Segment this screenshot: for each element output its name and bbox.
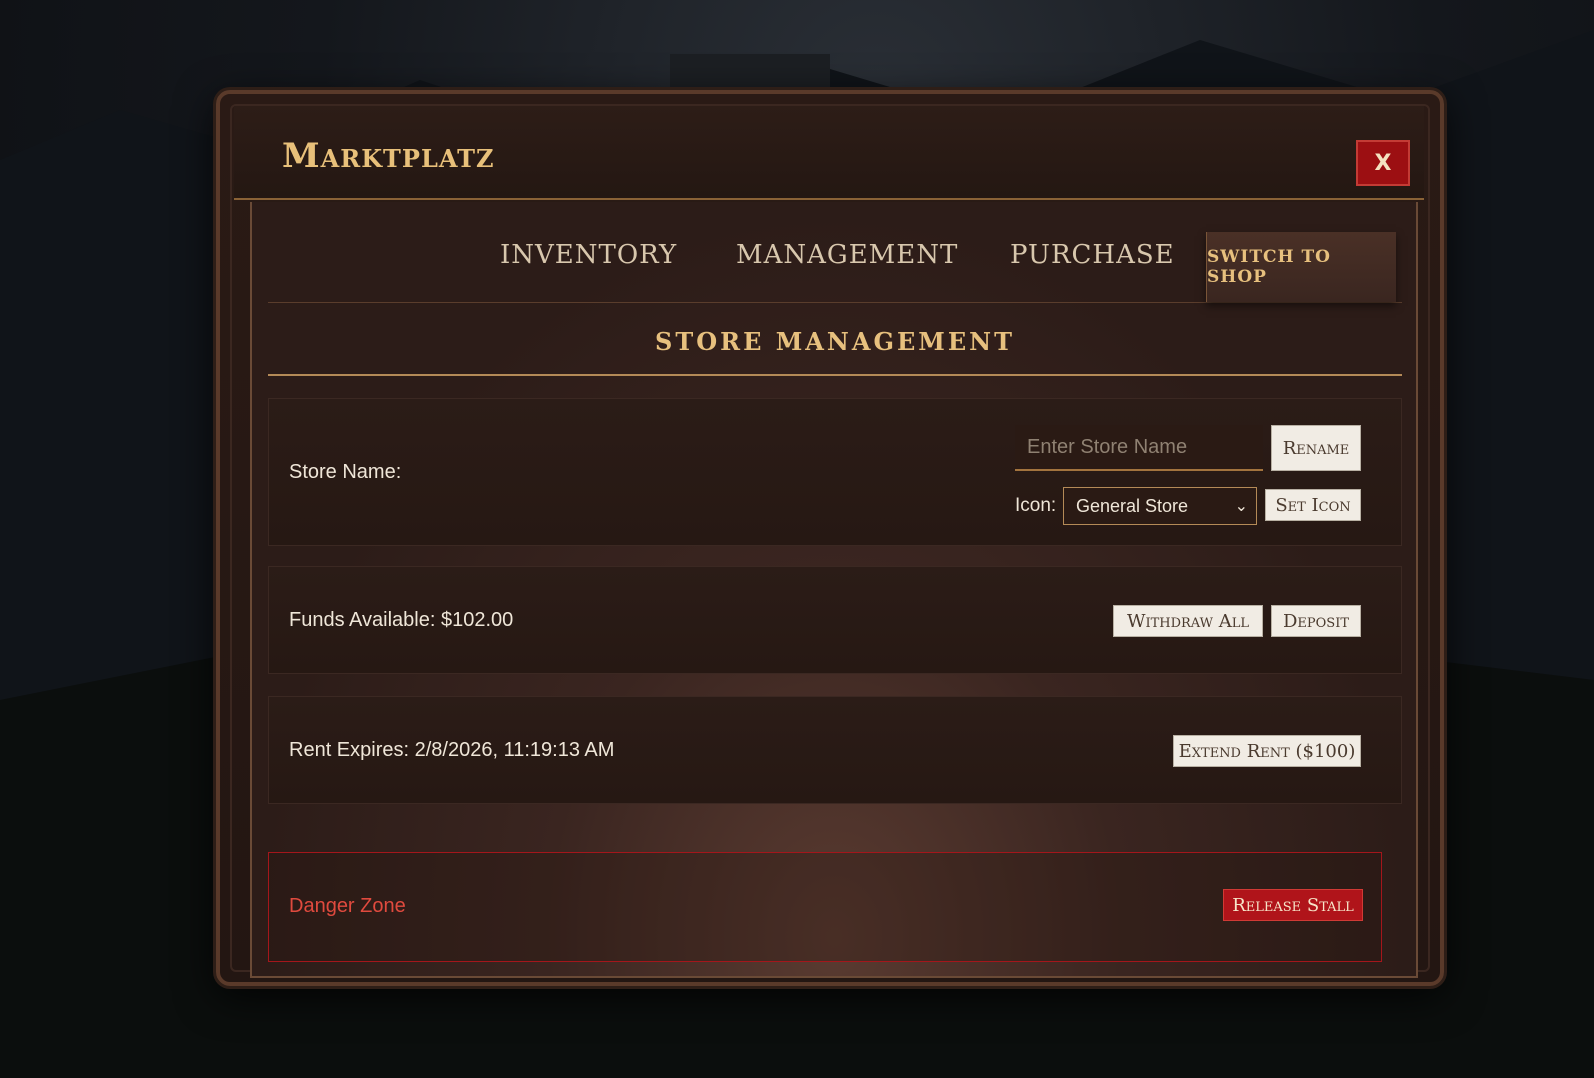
danger-zone: Danger Zone Release Stall: [268, 852, 1382, 962]
funds-label: Funds Available: $102.00: [289, 609, 514, 631]
set-icon-button[interactable]: Set Icon: [1265, 489, 1361, 521]
store-name-label: Store Name:: [289, 461, 402, 483]
window-title: Marktplatz: [282, 136, 495, 176]
store-name-row: Store Name: Rename Icon: General Store ⌄…: [268, 398, 1402, 546]
icon-select[interactable]: General Store ⌄: [1063, 487, 1257, 525]
release-stall-button[interactable]: Release Stall: [1223, 889, 1363, 921]
deposit-button[interactable]: Deposit: [1271, 605, 1361, 637]
rent-row: Rent Expires: 2/8/2026, 11:19:13 AM Exte…: [268, 696, 1402, 804]
tab-bar: INVENTORY MANAGEMENT PURCHASE SWITCH TO …: [268, 202, 1402, 303]
content-panel: INVENTORY MANAGEMENT PURCHASE SWITCH TO …: [250, 202, 1418, 978]
icon-select-value: General Store: [1076, 495, 1189, 516]
switch-to-shop-button[interactable]: SWITCH TO SHOP: [1206, 232, 1396, 302]
danger-zone-label: Danger Zone: [289, 895, 406, 917]
section-title: STORE MANAGEMENT: [268, 310, 1402, 376]
store-name-input[interactable]: [1015, 425, 1263, 471]
tab-management[interactable]: MANAGEMENT: [736, 240, 958, 270]
funds-row: Funds Available: $102.00 Withdraw All De…: [268, 566, 1402, 674]
extend-rent-button[interactable]: Extend Rent ($100): [1173, 735, 1361, 767]
rename-button[interactable]: Rename: [1271, 425, 1361, 471]
marketplace-window: Marktplatz X INVENTORY MANAGEMENT PURCHA…: [216, 90, 1444, 986]
icon-label: Icon:: [1015, 495, 1057, 516]
tab-purchase[interactable]: PURCHASE: [1010, 240, 1175, 270]
withdraw-all-button[interactable]: Withdraw All: [1113, 605, 1263, 637]
chevron-down-icon: ⌄: [1234, 498, 1248, 515]
rent-expires-label: Rent Expires: 2/8/2026, 11:19:13 AM: [289, 739, 615, 761]
tab-inventory[interactable]: INVENTORY: [500, 240, 677, 270]
close-button[interactable]: X: [1356, 140, 1410, 186]
window-header: Marktplatz X: [234, 106, 1424, 200]
